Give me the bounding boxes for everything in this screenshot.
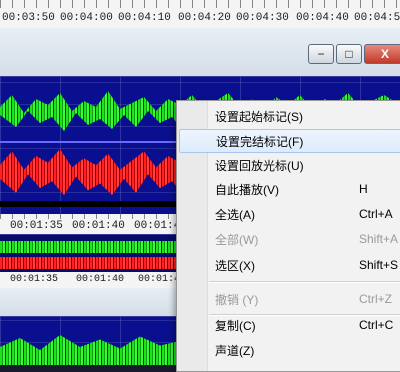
menu-item-channel[interactable]: 声道(Z): [179, 338, 400, 362]
menu-item-label: 复制(C): [215, 318, 256, 333]
menu-item-set-end-mark[interactable]: 设置完结标记(F): [179, 129, 400, 153]
tick-label: 00:04:50: [354, 12, 400, 24]
menu-shortcut: Ctrl+C: [359, 318, 394, 332]
menu-shortcut: Ctrl+A: [359, 207, 393, 221]
menu-shortcut: Shift+S: [359, 258, 399, 272]
tick-label: 00:01:40: [76, 274, 125, 285]
maximize-button[interactable]: □: [336, 44, 362, 64]
menu-item-label: 声道(Z): [215, 343, 255, 358]
menu-item-label: 自此播放(V): [215, 182, 279, 197]
window-title-bar: − □ X: [0, 28, 400, 77]
tick-label: 00:04:00: [60, 12, 113, 24]
menu-shortcut: Ctrl+Z: [359, 292, 392, 306]
menu-item-play-from-here[interactable]: 自此播放(V) H: [179, 177, 400, 201]
menu-item-set-start-mark[interactable]: 设置起始标记(S): [179, 104, 400, 128]
menu-item-label: 设置起始标记(S): [215, 109, 303, 124]
menu-shortcut: H: [359, 182, 368, 196]
tick-label: 00:04:40: [296, 12, 349, 24]
menu-item-label: 全选(A): [215, 207, 255, 222]
tick-label: 00:04:20: [178, 12, 231, 24]
menu-item-copy[interactable]: 复制(C) Ctrl+C: [179, 313, 400, 337]
tick-label: 00:01:35: [10, 220, 63, 232]
menu-item-label: 选区(X): [215, 258, 255, 273]
tick-label: 00:03:50: [2, 12, 55, 24]
menu-item-undo[interactable]: 撤销 (Y) Ctrl+Z: [179, 287, 400, 311]
close-button[interactable]: X: [364, 44, 400, 64]
menu-item-label: 设置回放光标(U): [215, 158, 304, 173]
menu-item-selection[interactable]: 选区(X) Shift+S: [179, 253, 400, 277]
minimize-button[interactable]: −: [308, 44, 334, 64]
context-menu: 设置起始标记(S) 设置完结标记(F) 设置回放光标(U) 自此播放(V) H …: [176, 100, 400, 372]
tick-label: 00:04:30: [236, 12, 289, 24]
minimize-icon: −: [317, 47, 325, 61]
ruler-ticks: [0, 0, 400, 8]
tick-label: 00:01:35: [10, 274, 59, 285]
menu-separator: [209, 281, 400, 283]
close-icon: X: [380, 47, 389, 61]
menu-item-label: 全部(W): [215, 232, 259, 247]
menu-item-all[interactable]: 全部(W) Shift+A: [179, 227, 400, 251]
menu-item-label: 撤销 (Y): [215, 292, 259, 307]
maximize-icon: □: [345, 47, 353, 61]
menu-item-select-all[interactable]: 全选(A) Ctrl+A: [179, 202, 400, 226]
menu-item-label: 设置完结标记(F): [216, 134, 304, 149]
menu-item-set-playback-cursor[interactable]: 设置回放光标(U): [179, 153, 400, 177]
top-timeline-ruler[interactable]: 00:03:50 00:04:00 00:04:10 00:04:20 00:0…: [0, 0, 400, 29]
tick-label: 00:01:40: [72, 220, 125, 232]
menu-shortcut: Shift+A: [359, 232, 399, 246]
tick-label: 00:04:10: [118, 12, 171, 24]
